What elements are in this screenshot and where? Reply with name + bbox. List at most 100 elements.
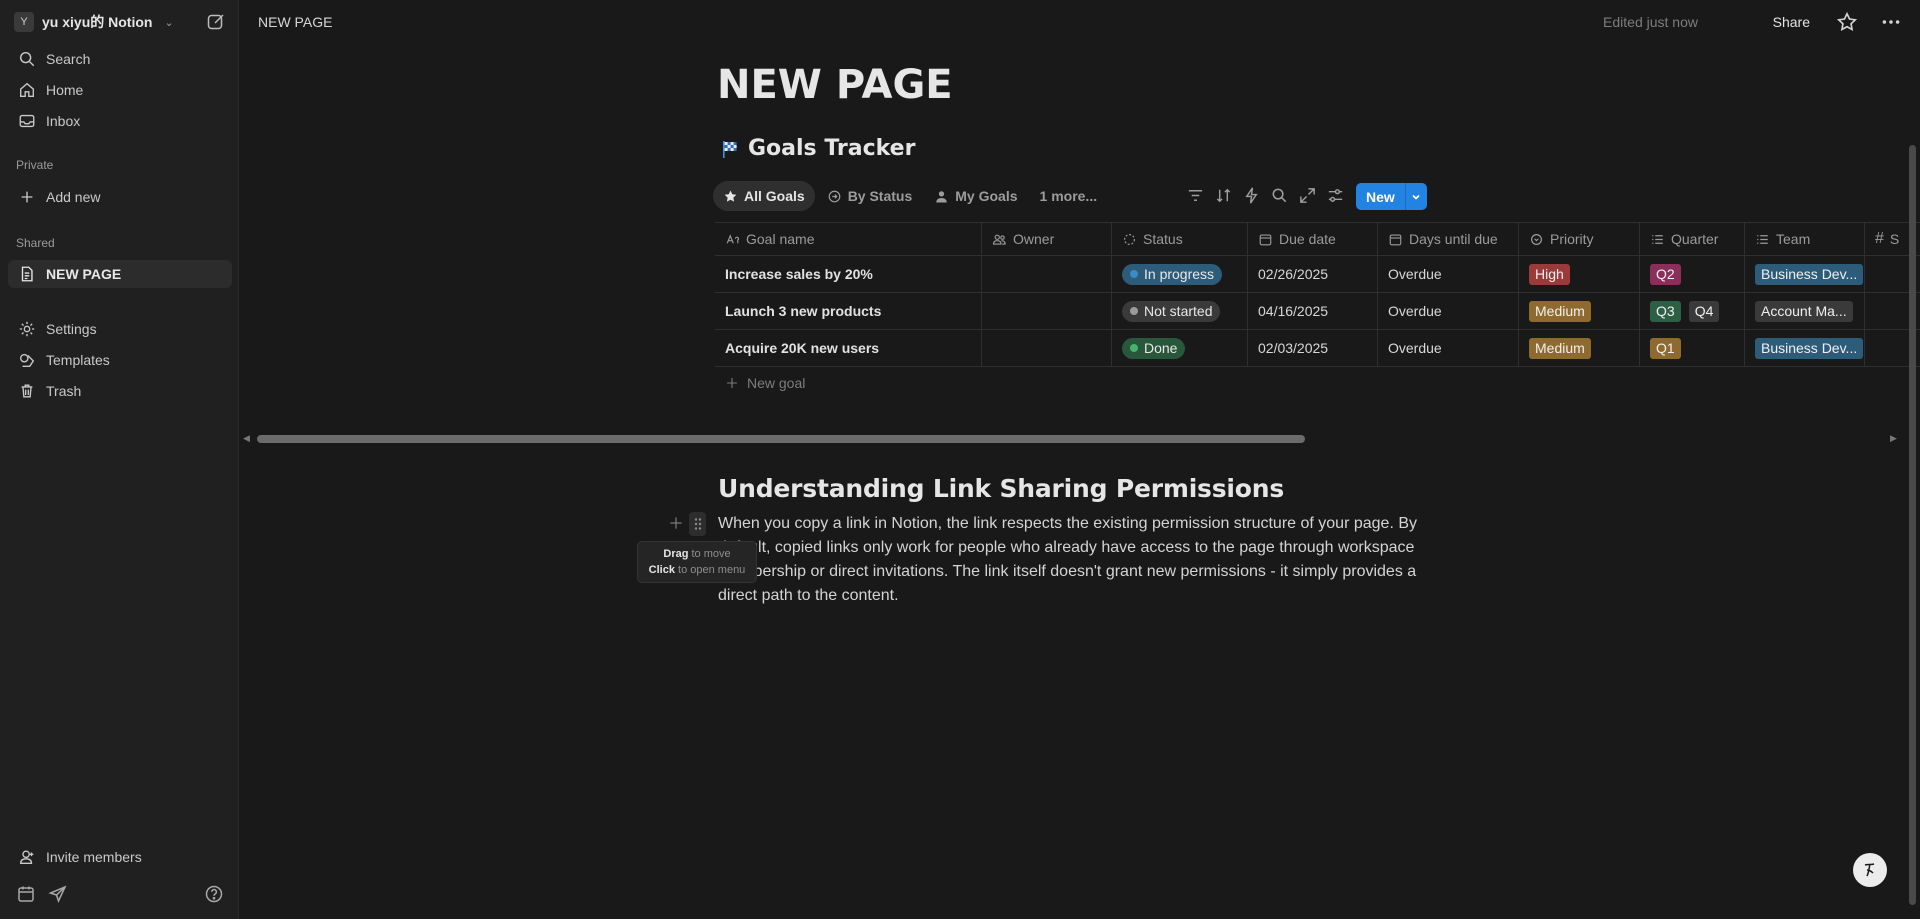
column-header-due-date[interactable]: Due date [1248, 223, 1378, 255]
goal-name-cell[interactable]: Increase sales by 20% [715, 256, 982, 292]
calendar-icon[interactable] [16, 884, 36, 904]
notion-app: Y yu xiyu的 Notion ⌄ Search Home Inbox Pr… [0, 0, 1920, 919]
quarter-tag: Q4 [1688, 300, 1720, 322]
new-record-button-group: New [1356, 183, 1427, 210]
column-header-owner[interactable]: Owner [982, 223, 1112, 255]
section-label-private: Private [16, 158, 54, 172]
sidebar-item-search[interactable]: Search [8, 45, 232, 73]
tab-by-status[interactable]: By Status [817, 181, 923, 211]
sidebar-item-label: NEW PAGE [46, 266, 122, 282]
status-cell[interactable]: Done [1112, 330, 1248, 366]
table-row[interactable]: Increase sales by 20% In progress 02/26/… [715, 256, 1920, 293]
column-header-goal-name[interactable]: Goal name [715, 223, 982, 255]
scroll-right-icon[interactable]: ▶ [1890, 433, 1897, 444]
column-header-days-until-due[interactable]: Days until due [1378, 223, 1519, 255]
horizontal-scrollbar-thumb[interactable] [257, 435, 1305, 443]
priority-cell[interactable]: High [1519, 256, 1640, 292]
sidebar: Y yu xiyu的 Notion ⌄ Search Home Inbox Pr… [0, 0, 239, 919]
add-block-icon[interactable] [668, 515, 684, 531]
notion-ai-icon[interactable] [1853, 853, 1887, 887]
quarter-tag: Q1 [1650, 337, 1681, 359]
top-bar: NEW PAGE Edited just now Share [240, 0, 1920, 44]
due-date-cell[interactable]: 02/03/2025 [1248, 330, 1378, 366]
filter-icon[interactable] [1186, 186, 1205, 205]
owner-cell[interactable] [982, 293, 1112, 329]
quarter-cell[interactable]: Q2 [1640, 256, 1745, 292]
tab-more-views[interactable]: 1 more... [1030, 181, 1108, 211]
goal-name-cell[interactable]: Launch 3 new products [715, 293, 982, 329]
status-arrow-icon [828, 190, 841, 202]
database-title[interactable]: Goals Tracker [720, 136, 915, 161]
share-button[interactable]: Share [1773, 14, 1810, 30]
sidebar-item-settings[interactable]: Settings [8, 315, 232, 343]
sidebar-item-label: Templates [46, 352, 110, 368]
more-options-icon[interactable] [1880, 11, 1902, 33]
status-label: Done [1144, 340, 1178, 356]
priority-cell[interactable]: Medium [1519, 330, 1640, 366]
sidebar-item-trash[interactable]: Trash [8, 377, 232, 405]
days-until-due-cell: Overdue [1378, 293, 1519, 329]
database-toolbar [1186, 186, 1345, 206]
days-until-due-cell: Overdue [1378, 256, 1519, 292]
send-icon[interactable] [48, 884, 68, 904]
sidebar-item-add-new[interactable]: Add new [8, 183, 232, 211]
sort-icon[interactable] [1214, 186, 1233, 205]
sidebar-item-templates[interactable]: Templates [8, 346, 232, 374]
lightning-icon[interactable] [1242, 186, 1261, 205]
column-header-status[interactable]: Status [1112, 223, 1248, 255]
tooltip-text: to open menu [674, 564, 746, 576]
sidebar-item-inbox[interactable]: Inbox [8, 107, 232, 135]
plus-icon [21, 191, 33, 203]
star-icon[interactable] [1836, 11, 1858, 33]
person-icon [936, 190, 948, 202]
goal-name-cell[interactable]: Acquire 20K new users [715, 330, 982, 366]
drag-handle-icon[interactable] [689, 512, 706, 536]
chevron-down-icon[interactable] [1404, 183, 1427, 210]
team-cell[interactable]: Account Ma... [1745, 293, 1865, 329]
tab-my-goals[interactable]: My Goals [924, 181, 1027, 211]
quarter-cell[interactable]: Q3 Q4 [1640, 293, 1745, 329]
due-date-cell[interactable]: 04/16/2025 [1248, 293, 1378, 329]
tab-label: 1 more... [1039, 188, 1098, 204]
scroll-left-icon[interactable]: ◀ [243, 433, 250, 444]
help-icon[interactable] [204, 884, 224, 904]
sidebar-item-home[interactable]: Home [8, 76, 232, 104]
inbox-icon [19, 114, 35, 128]
home-icon [20, 82, 34, 97]
status-cell[interactable]: Not started [1112, 293, 1248, 329]
quarter-tag: Q2 [1650, 263, 1681, 285]
vertical-scrollbar-thumb[interactable] [1909, 145, 1916, 905]
workspace-switcher[interactable]: Y yu xiyu的 Notion ⌄ [14, 12, 174, 32]
sidebar-item-new-page[interactable]: NEW PAGE [8, 260, 232, 288]
table-row[interactable]: Launch 3 new products Not started 04/16/… [715, 293, 1920, 330]
column-header-team[interactable]: Team [1745, 223, 1865, 255]
tab-all-goals[interactable]: All Goals [713, 181, 815, 211]
column-header-quarter[interactable]: Quarter [1640, 223, 1745, 255]
owner-cell[interactable] [982, 256, 1112, 292]
sidebar-item-label: Trash [46, 383, 82, 399]
breadcrumb[interactable]: NEW PAGE [258, 14, 332, 30]
new-page-icon[interactable] [206, 12, 226, 32]
page-title[interactable]: NEW PAGE [717, 62, 953, 108]
status-cell[interactable]: In progress [1112, 256, 1248, 292]
sidebar-item-invite-members[interactable]: Invite members [8, 843, 232, 871]
paragraph-block[interactable]: When you copy a link in Notion, the link… [718, 512, 1428, 608]
team-cell[interactable]: Business Dev... [1745, 256, 1865, 292]
team-cell[interactable]: Business Dev... [1745, 330, 1865, 366]
table-row[interactable]: Acquire 20K new users Done 02/03/2025 Ov… [715, 330, 1920, 367]
people-icon [992, 234, 1006, 245]
due-date-cell[interactable]: 02/26/2025 [1248, 256, 1378, 292]
quarter-cell[interactable]: Q1 [1640, 330, 1745, 366]
column-header-priority[interactable]: Priority [1519, 223, 1640, 255]
search-icon[interactable] [1270, 186, 1289, 205]
tab-label: All Goals [744, 188, 805, 204]
section-heading[interactable]: Understanding Link Sharing Permissions [718, 474, 1284, 503]
new-goal-button[interactable]: New goal [725, 375, 805, 391]
invite-members-icon [20, 850, 34, 864]
sidebar-footer [16, 884, 226, 906]
priority-cell[interactable]: Medium [1519, 293, 1640, 329]
new-record-button[interactable]: New [1356, 183, 1405, 210]
settings-sliders-icon[interactable] [1326, 186, 1345, 205]
expand-icon[interactable] [1298, 186, 1317, 205]
owner-cell[interactable] [982, 330, 1112, 366]
